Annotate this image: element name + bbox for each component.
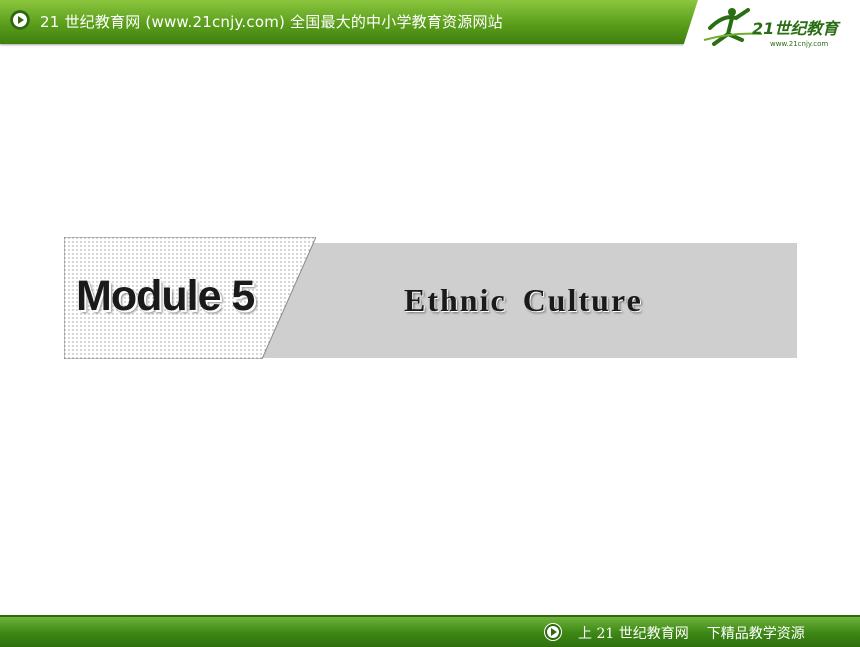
logo-url: www.21cnjy.com bbox=[770, 40, 829, 48]
footer-left-text: 上 21 世纪教育网 bbox=[578, 626, 689, 642]
site-title: 21 世纪教育网 (www.21cnjy.com) 全国最大的中小学教育资源网站 bbox=[40, 13, 503, 31]
bottom-banner: 上 21 世纪教育网 下精品教学资源 bbox=[0, 615, 860, 647]
module-label: Module 5 bbox=[76, 272, 255, 320]
footer-slogan: 上 21 世纪教育网 下精品教学资源 bbox=[578, 623, 823, 643]
play-icon[interactable] bbox=[10, 10, 30, 30]
logo-text: 21世纪教育 bbox=[752, 19, 841, 38]
play-icon[interactable] bbox=[544, 623, 562, 641]
footer-right-text: 下精品教学资源 bbox=[706, 626, 805, 642]
topic-title: Ethnic Culture bbox=[404, 282, 643, 318]
